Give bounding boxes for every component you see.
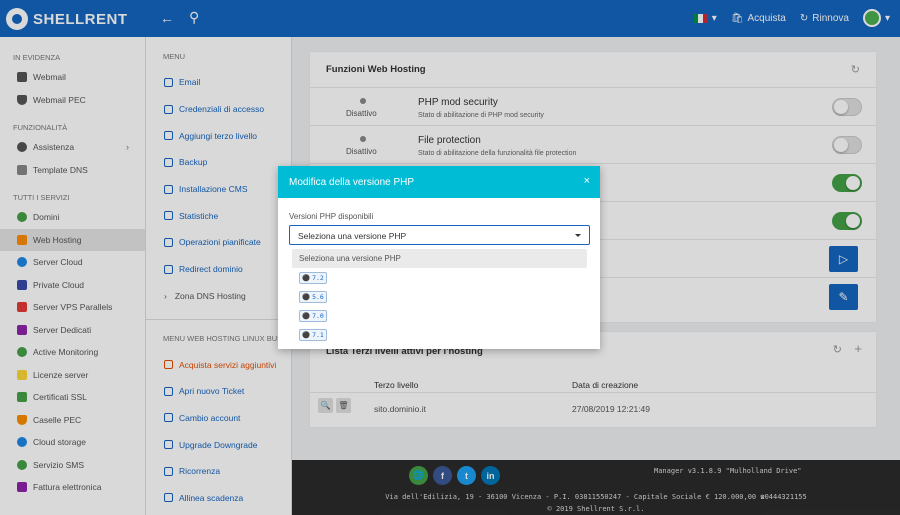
dropdown-option[interactable]: ⚫ 5.6 bbox=[289, 287, 590, 306]
php-version-select[interactable]: Seleziona una versione PHP bbox=[289, 225, 590, 245]
php-versions-label: Versioni PHP disponibili bbox=[289, 212, 374, 221]
modal-title: Modifica della versione PHP bbox=[289, 176, 415, 188]
php-version-chip: ⚫ 7.1 bbox=[299, 328, 327, 341]
php-version-chip: ⚫ 5.6 bbox=[299, 290, 327, 303]
close-icon[interactable]: × bbox=[584, 175, 590, 187]
php-version-dropdown: Seleziona una versione PHP ⚫ 7.2 ⚫ 5.6 ⚫ 7.… bbox=[289, 249, 590, 346]
php-version-chip: ⚫ 7.0 bbox=[299, 309, 327, 322]
php-version-chip: ⚫ 7.2 bbox=[299, 271, 327, 284]
option-label: 7.0 bbox=[312, 311, 324, 320]
php-icon: ⚫ bbox=[302, 330, 311, 339]
option-label: Seleziona una versione PHP bbox=[299, 254, 401, 263]
dropdown-option[interactable]: ⚫ 7.1 bbox=[289, 325, 590, 344]
php-version-modal: Modifica della versione PHP × Versioni P… bbox=[278, 166, 600, 349]
dropdown-option-placeholder[interactable]: Seleziona una versione PHP bbox=[292, 249, 587, 268]
php-icon: ⚫ bbox=[302, 292, 311, 301]
php-icon: ⚫ bbox=[302, 273, 311, 282]
option-label: 5.6 bbox=[312, 292, 324, 301]
option-label: 7.1 bbox=[312, 330, 324, 339]
modal-header: Modifica della versione PHP × bbox=[278, 166, 600, 198]
select-value: Seleziona una versione PHP bbox=[298, 231, 407, 241]
dropdown-option[interactable]: ⚫ 7.0 bbox=[289, 306, 590, 325]
caret-down-icon bbox=[575, 234, 581, 237]
option-label: 7.2 bbox=[312, 273, 324, 282]
dropdown-option[interactable]: ⚫ 7.2 bbox=[289, 268, 590, 287]
php-icon: ⚫ bbox=[302, 311, 311, 320]
